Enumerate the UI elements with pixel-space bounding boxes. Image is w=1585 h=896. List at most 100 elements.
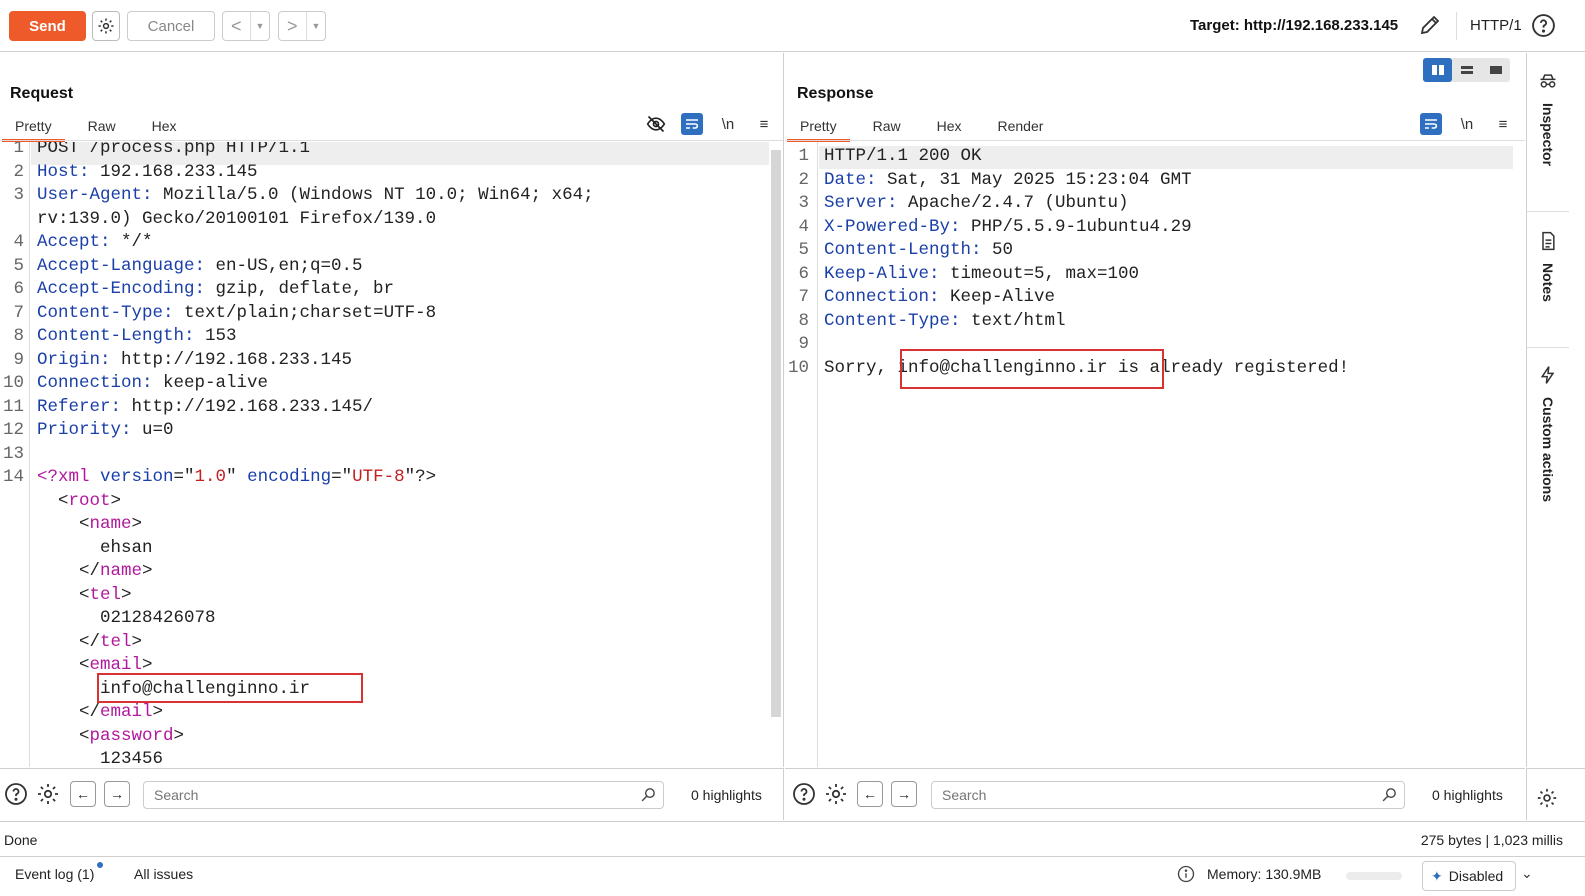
line-number: 9: [798, 334, 809, 354]
request-scrollbar[interactable]: [771, 150, 781, 717]
code-token: Referer:: [37, 396, 122, 417]
code-token: >: [131, 631, 143, 652]
tab-response-raw[interactable]: Raw: [860, 117, 914, 139]
rail-settings-button[interactable]: [1536, 787, 1558, 812]
code-token: </: [37, 631, 101, 652]
request-search-settings-button[interactable]: [35, 781, 61, 807]
layout-split-vertical-button[interactable]: [1452, 58, 1481, 82]
tab-request-hex[interactable]: Hex: [139, 117, 190, 139]
tab-response-pretty[interactable]: Pretty: [787, 117, 850, 142]
tab-request-raw[interactable]: Raw: [75, 117, 129, 139]
code-line: Content-Type: text/html: [824, 310, 1066, 334]
pencil-icon: [1420, 15, 1440, 35]
rail-divider: [1527, 211, 1569, 212]
search-icon: [1381, 786, 1398, 806]
line-number: 5: [13, 255, 24, 276]
single-pane-icon: [1489, 66, 1502, 74]
rail-inspector[interactable]: Inspector: [1527, 71, 1569, 166]
newline-toggle-button[interactable]: \n: [717, 113, 739, 135]
request-search-help-button[interactable]: [3, 781, 29, 807]
chevron-right-icon[interactable]: >: [279, 16, 306, 37]
rail-custom-actions[interactable]: Custom actions: [1527, 365, 1569, 502]
settings-button[interactable]: [92, 11, 120, 41]
code-token: ehsan: [37, 537, 153, 558]
response-search-help-button[interactable]: [791, 781, 817, 807]
code-token: Accept-Language:: [37, 255, 206, 276]
wrap-icon: [1425, 119, 1438, 129]
response-highlights-count: 0 highlights: [1432, 787, 1503, 803]
code-token: HTTP/1.1 200 OK: [824, 146, 982, 166]
arrow-right-icon: →: [110, 786, 124, 802]
all-issues-tab[interactable]: All issues: [134, 866, 193, 882]
code-token: >: [131, 514, 143, 534]
response-editor[interactable]: 1 HTTP/1.1 200 OK 2 Date: Sat, 31 May 2025 …: [785, 142, 1525, 767]
response-search-bar: ← → 0 highlights: [785, 768, 1525, 820]
chevron-left-icon[interactable]: <: [223, 16, 250, 37]
target-label: Target: http://192.168.233.145: [1190, 17, 1399, 34]
response-search-input[interactable]: [931, 781, 1405, 809]
code-token: password: [89, 725, 174, 746]
response-search-next-button[interactable]: →: [891, 781, 917, 807]
code-token: Apache/2.4.7 (Ubuntu): [897, 193, 1129, 213]
request-tabs-divider: [0, 140, 783, 141]
inspector-icon: [1540, 74, 1556, 88]
code-line: X-Powered-By: PHP/5.5.9-1ubuntu4.29: [824, 216, 1192, 240]
code-token: Connection:: [824, 287, 940, 307]
side-rail: Inspector Notes Custom actions: [1526, 53, 1585, 767]
code-token: 123456: [37, 749, 164, 767]
code-token: Connection:: [37, 373, 153, 393]
code-token: <: [37, 655, 90, 675]
chevron-down-icon[interactable]: ⌄: [1521, 865, 1533, 882]
code-line: Priority: u=0: [37, 419, 174, 443]
response-tabs: Pretty Raw Hex Render: [787, 117, 1066, 142]
code-line: rv:139.0) Gecko/20100101 Firefox/139.0: [37, 208, 436, 232]
tab-response-render[interactable]: Render: [985, 117, 1057, 139]
hide-nonprintable-button[interactable]: [645, 113, 667, 135]
chevron-down-icon[interactable]: ▼: [249, 12, 270, 40]
code-token: Keep-Alive:: [824, 263, 940, 284]
chevron-down-icon[interactable]: ▼: [305, 12, 326, 40]
response-search-settings-button[interactable]: [823, 781, 849, 807]
code-token: email: [100, 702, 153, 722]
hamburger-icon: ≡: [1498, 115, 1508, 133]
code-line: <?xml version="1.0" encoding="UTF-8"?>: [37, 466, 436, 490]
tab-request-pretty[interactable]: Pretty: [2, 117, 65, 142]
arrow-right-icon: →: [897, 786, 911, 802]
cancel-button[interactable]: Cancel: [127, 11, 215, 41]
response-search-prev-button[interactable]: ←: [857, 781, 883, 807]
response-menu-button[interactable]: ≡: [1492, 113, 1514, 135]
code-token: u=0: [131, 420, 174, 440]
code-token: text/plain;charset=UTF-8: [173, 302, 437, 323]
request-search-prev-button[interactable]: ←: [70, 781, 96, 807]
response-newline-toggle-button[interactable]: \n: [1456, 113, 1478, 135]
word-wrap-button[interactable]: [681, 113, 703, 135]
layout-tabs-button[interactable]: [1481, 58, 1510, 82]
http-version-toggle[interactable]: HTTP/1: [1470, 17, 1522, 34]
back-nav-group[interactable]: < ▼: [222, 11, 271, 41]
edit-target-button[interactable]: [1418, 13, 1442, 40]
code-token: <: [37, 490, 69, 511]
response-word-wrap-button[interactable]: [1420, 113, 1442, 135]
code-line: User-Agent: Mozilla/5.0 (Windows NT 10.0…: [37, 184, 594, 208]
gear-icon: [38, 784, 58, 804]
code-token: 1.0: [194, 467, 227, 487]
rail-notes[interactable]: Notes: [1527, 231, 1569, 302]
layout-split-horizontal-button[interactable]: [1423, 58, 1452, 82]
email-highlight-box: [900, 349, 1164, 389]
toolbar-divider: [1456, 12, 1457, 40]
ai-state-label: Disabled: [1448, 868, 1504, 884]
help-button[interactable]: [1531, 13, 1556, 41]
send-button[interactable]: Send: [9, 11, 86, 41]
request-menu-button[interactable]: ≡: [753, 113, 775, 135]
event-log-tab[interactable]: Event log (1): [15, 862, 104, 882]
line-number: 6: [13, 279, 24, 299]
request-search-next-button[interactable]: →: [104, 781, 130, 807]
request-search-input[interactable]: [143, 781, 664, 809]
request-editor[interactable]: 1 POST /process.php HTTP/1.1 2 Host: 192.16…: [0, 142, 783, 767]
forward-nav-group[interactable]: > ▼: [278, 11, 327, 41]
notes-icon: [1542, 231, 1555, 251]
ai-toggle-button[interactable]: ✦ Disabled: [1422, 861, 1516, 891]
tab-response-hex[interactable]: Hex: [924, 117, 975, 139]
code-token: >: [142, 655, 153, 675]
notification-dot: [97, 862, 104, 868]
